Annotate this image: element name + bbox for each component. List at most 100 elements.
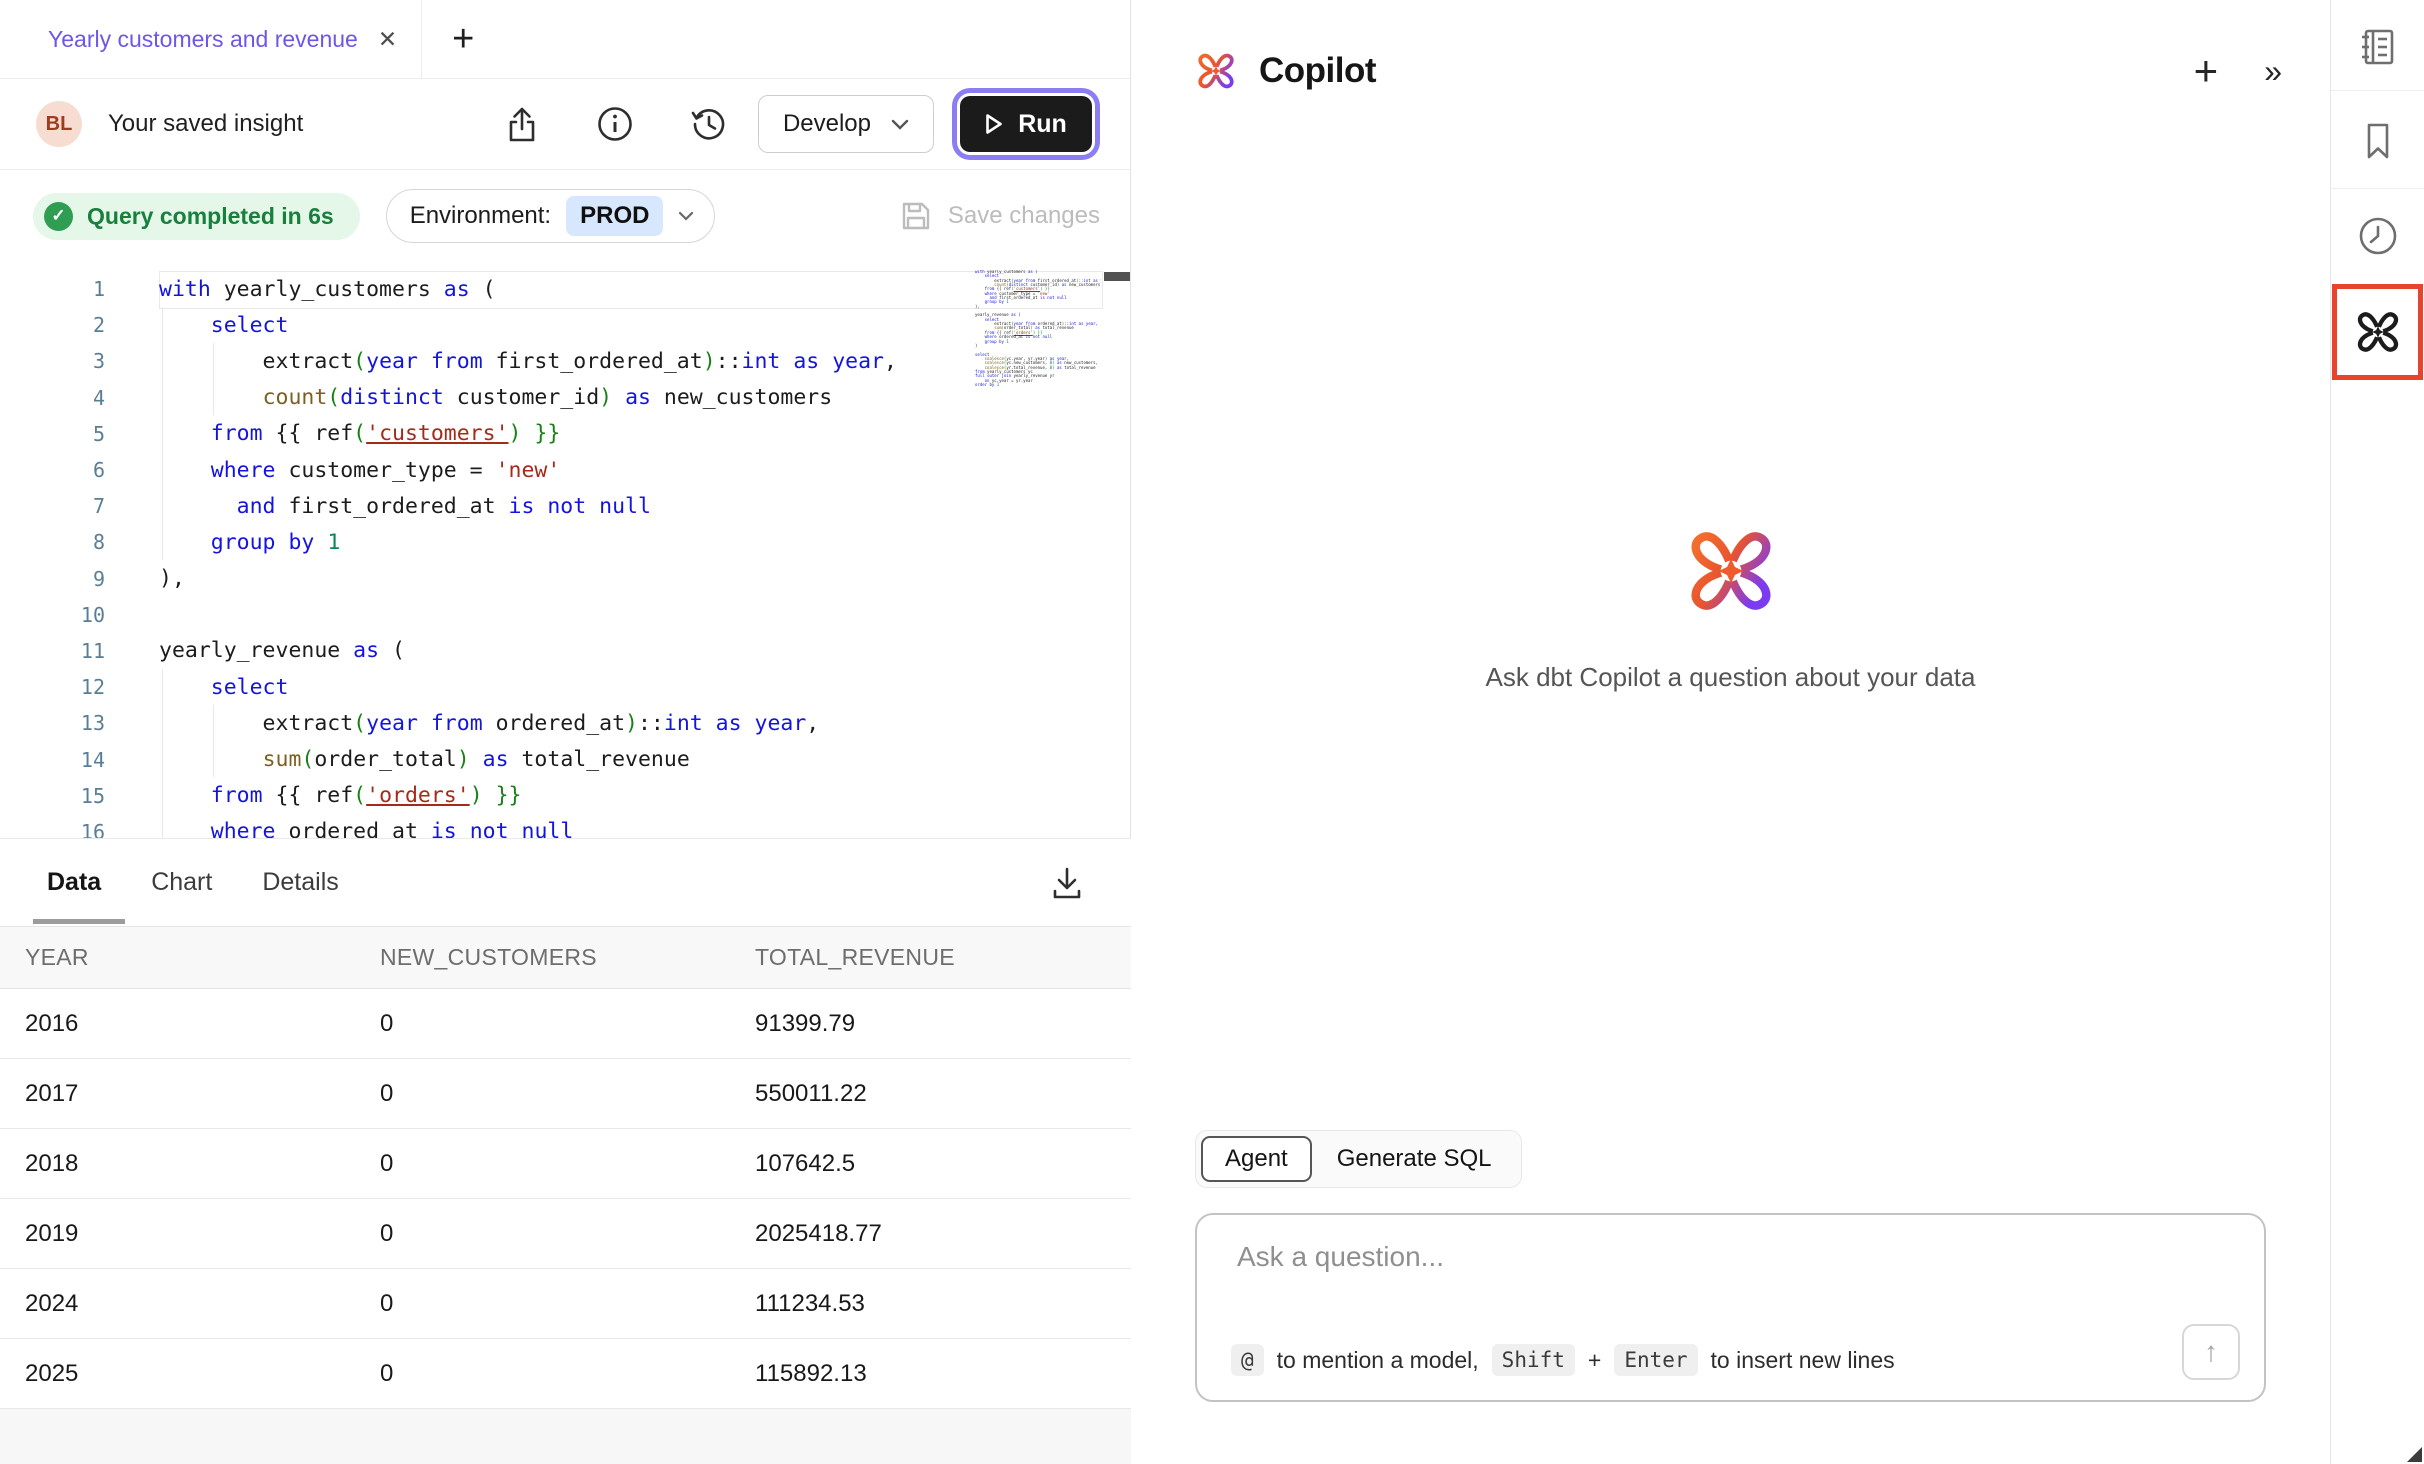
line-number: 2	[0, 313, 105, 337]
new-chat-button[interactable]: +	[2194, 54, 2219, 88]
code-line[interactable]: 3 extract(year from first_ordered_at)::i…	[0, 343, 1131, 379]
tab-details[interactable]: Details	[262, 868, 338, 897]
share-button[interactable]	[504, 105, 540, 143]
sidebar-item-history[interactable]	[2356, 214, 2400, 258]
environment-select[interactable]: Environment: PROD	[386, 189, 716, 243]
active-tab-underline	[33, 919, 125, 924]
table-cell: 2025418.77	[755, 1220, 1131, 1248]
sidebar-item-catalog[interactable]	[2357, 26, 2399, 68]
table-cell: 2016	[0, 1010, 380, 1038]
line-number: 10	[0, 603, 105, 627]
copilot-empty-state: Ask dbt Copilot a question about your da…	[1131, 524, 2330, 693]
environment-value-badge: PROD	[566, 196, 663, 236]
code-line[interactable]: 11yearly_revenue as (	[0, 633, 1131, 669]
save-changes-button[interactable]: Save changes	[900, 200, 1100, 232]
table-cell: 0	[380, 1150, 755, 1178]
code-line[interactable]: 13 extract(year from ordered_at)::int as…	[0, 705, 1131, 741]
tab-yearly-customers-and-revenue[interactable]: Yearly customers and revenue ✕	[0, 0, 421, 78]
line-number: 14	[0, 748, 105, 772]
tab-bar: Yearly customers and revenue ✕ +	[0, 0, 1130, 79]
line-number: 16	[0, 820, 105, 838]
code-line[interactable]: 16 where ordered_at is not null	[0, 814, 1131, 838]
table-cell: 107642.5	[755, 1150, 1131, 1178]
tab-chart[interactable]: Chart	[151, 868, 212, 897]
editor-minimap[interactable]: with yearly_customers as ( select extrac…	[975, 270, 1101, 420]
table-row: 201902025418.77	[0, 1199, 1131, 1269]
mode-tab-agent[interactable]: Agent	[1201, 1136, 1312, 1182]
dbt-copilot-icon	[2354, 308, 2402, 356]
notebook-icon	[2357, 26, 2399, 68]
history-button[interactable]	[690, 105, 728, 143]
code-line[interactable]: 4 count(distinct customer_id) as new_cus…	[0, 380, 1131, 416]
column-header: YEAR	[0, 944, 380, 971]
table-cell: 0	[380, 1360, 755, 1388]
code-line[interactable]: 5 from {{ ref('customers') }}	[0, 416, 1131, 452]
copilot-empty-text: Ask dbt Copilot a question about your da…	[1486, 662, 1976, 693]
dbt-copilot-icon	[1195, 50, 1237, 92]
query-editor-panel: Yearly customers and revenue ✕ + BL Your…	[0, 0, 1131, 1464]
run-button[interactable]: Run	[960, 96, 1092, 152]
line-number: 11	[0, 639, 105, 663]
sidebar-item-copilot[interactable]	[2354, 308, 2402, 356]
code-line[interactable]: 14 sum(order_total) as total_revenue	[0, 741, 1131, 777]
code-line[interactable]: 6 where customer_type = 'new'	[0, 452, 1131, 488]
rail-divider	[2331, 188, 2424, 189]
line-number: 7	[0, 494, 105, 518]
table-cell: 91399.79	[755, 1010, 1131, 1038]
code-line[interactable]: 15 from {{ ref('orders') }}	[0, 778, 1131, 814]
download-icon	[1049, 865, 1085, 901]
tab-data[interactable]: Data	[47, 868, 101, 897]
app-window: Yearly customers and revenue ✕ + BL Your…	[0, 0, 2424, 1464]
results-tab-bar: Data Chart Details	[0, 839, 1131, 926]
toolbar-actions	[504, 105, 728, 143]
table-cell: 0	[380, 1290, 755, 1318]
column-header: TOTAL_REVENUE	[755, 944, 1131, 971]
code-line-text: from {{ ref('customers') }}	[105, 421, 560, 446]
table-cell: 0	[380, 1220, 755, 1248]
new-tab-button[interactable]: +	[452, 24, 474, 54]
line-number: 9	[0, 567, 105, 591]
copilot-header-actions: + »	[2194, 53, 2280, 90]
table-cell: 111234.53	[755, 1290, 1131, 1318]
shift-key-badge: Shift	[1492, 1344, 1575, 1376]
table-cell: 2025	[0, 1360, 380, 1388]
bookmark-icon	[2359, 120, 2397, 162]
chevron-down-icon	[678, 211, 694, 221]
query-status-bar: ✓ Query completed in 6s Environment: PRO…	[0, 170, 1130, 262]
line-number: 15	[0, 784, 105, 808]
mode-tab-generate-sql[interactable]: Generate SQL	[1312, 1145, 1517, 1173]
results-table-body: 2016091399.7920170550011.2220180107642.5…	[0, 989, 1131, 1409]
sql-code-editor[interactable]: 1with yearly_customers as (2 select3 ext…	[0, 262, 1131, 838]
code-line[interactable]: 9),	[0, 561, 1131, 597]
code-line[interactable]: 12 select	[0, 669, 1131, 705]
column-header: NEW_CUSTOMERS	[380, 944, 755, 971]
close-tab-icon[interactable]: ✕	[378, 26, 397, 53]
code-line-text: from {{ ref('orders') }}	[105, 783, 521, 808]
code-line[interactable]: 2 select	[0, 307, 1131, 343]
code-line-text: with yearly_customers as (	[105, 277, 496, 302]
line-number: 1	[0, 277, 105, 301]
code-line[interactable]: 8 group by 1	[0, 524, 1131, 560]
download-results-button[interactable]	[1049, 865, 1085, 901]
send-button[interactable]: ↑	[2182, 1324, 2240, 1380]
resize-handle-icon[interactable]	[2407, 1447, 2422, 1462]
code-line[interactable]: 1with yearly_customers as (	[0, 271, 1131, 307]
code-line-text: select	[105, 675, 288, 700]
line-number: 12	[0, 675, 105, 699]
copilot-header: Copilot + »	[1131, 0, 2330, 92]
code-line-text: yearly_revenue as (	[105, 638, 405, 663]
code-line[interactable]: 10	[0, 597, 1131, 633]
table-cell: 2018	[0, 1150, 380, 1178]
code-line[interactable]: 7 and first_ordered_at is not null	[0, 488, 1131, 524]
table-cell: 115892.13	[755, 1360, 1131, 1388]
question-input[interactable]: Ask a question... @ to mention a model, …	[1195, 1213, 2266, 1402]
develop-button[interactable]: Develop	[758, 95, 934, 153]
collapse-panel-icon[interactable]: »	[2264, 53, 2280, 90]
check-icon: ✓	[44, 202, 73, 231]
copilot-panel: Copilot + » Ask dbt Copilot a question a…	[1131, 0, 2330, 1464]
sidebar-item-bookmarks[interactable]	[2359, 120, 2397, 162]
editor-scrollbar-thumb[interactable]	[1104, 272, 1130, 281]
code-lines: 1with yearly_customers as (2 select3 ext…	[0, 271, 1131, 838]
info-button[interactable]	[596, 105, 634, 143]
run-label: Run	[1018, 110, 1067, 139]
